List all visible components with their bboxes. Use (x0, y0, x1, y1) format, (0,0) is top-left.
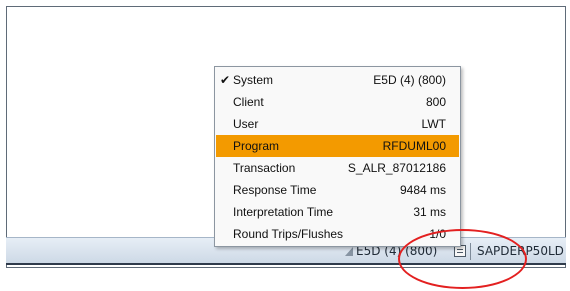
menu-item-value: E5D (4) (800) (373, 73, 446, 87)
menu-item-program[interactable]: Program RFDUML00 (216, 135, 459, 157)
checkmark-icon: ✔ (220, 73, 231, 87)
menu-item-label: Client (233, 95, 264, 109)
menu-item-value: RFDUML00 (382, 139, 446, 153)
menu-item-response-time[interactable]: Response Time 9484 ms (216, 179, 459, 201)
menu-item-label: Program (233, 139, 280, 153)
menu-item-value: S_ALR_87012186 (347, 161, 446, 175)
menu-item-label: Round Trips/Flushes (233, 227, 344, 241)
menu-item-client[interactable]: Client 800 (216, 91, 459, 113)
menu-item-value: 31 ms (413, 205, 446, 219)
menu-item-round-trips[interactable]: Round Trips/Flushes 1/0 (216, 223, 459, 245)
menu-item-interpretation-time[interactable]: Interpretation Time 31 ms (216, 201, 459, 223)
menu-item-label: Interpretation Time (233, 205, 334, 219)
status-server-name: SAPDERP50LD (477, 244, 564, 258)
menu-item-transaction[interactable]: Transaction S_ALR_87012186 (216, 157, 459, 179)
status-expand-icon[interactable] (345, 247, 353, 256)
menu-item-user[interactable]: User LWT (216, 113, 459, 135)
menu-item-value: 9484 ms (399, 183, 446, 197)
menu-item-label: User (233, 117, 259, 131)
status-separator (470, 243, 471, 260)
menu-item-value: 800 (425, 95, 446, 109)
menu-item-value: LWT (421, 117, 446, 131)
menu-item-system[interactable]: ✔ System E5D (4) (800) (216, 69, 459, 91)
menu-item-label: Transaction (233, 161, 296, 175)
menu-item-label: Response Time (233, 183, 317, 197)
menu-item-value: 1/0 (429, 227, 446, 241)
status-info-menu: ✔ System E5D (4) (800) Client 800 User L… (214, 66, 461, 247)
menu-item-label: System (233, 73, 274, 87)
